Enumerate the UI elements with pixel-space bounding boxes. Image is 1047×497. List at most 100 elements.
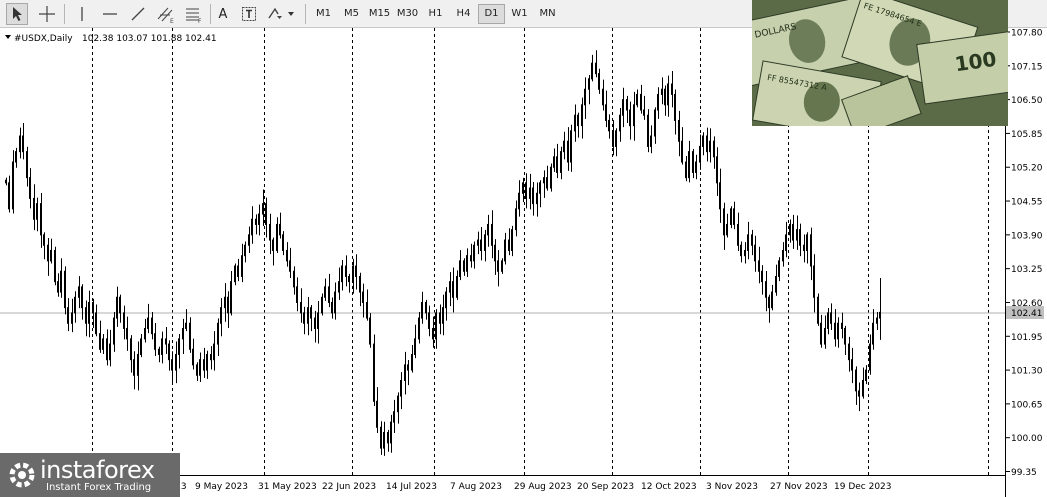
candle-body [224, 296, 226, 309]
candle-body [466, 255, 468, 272]
candle-body [830, 312, 832, 324]
candle-body [550, 166, 552, 189]
date-axis-label: 29 Aug 2023 [514, 482, 572, 492]
candle-body [414, 338, 416, 355]
candle-body [321, 296, 323, 314]
fibonacci-icon[interactable]: F [182, 3, 206, 25]
current-price-label: 102.41 [1011, 309, 1043, 319]
candle-body [588, 78, 590, 90]
candle-body [400, 379, 402, 397]
candle-body [723, 208, 725, 236]
candle-body [203, 359, 205, 371]
timeframe-h1[interactable]: H1 [422, 4, 449, 24]
candle-body [26, 151, 28, 179]
candle-body [362, 291, 364, 303]
candle-body [196, 364, 198, 376]
cursor-icon[interactable] [6, 3, 28, 25]
candle-body [262, 203, 264, 215]
candle-body [459, 260, 461, 277]
svg-text:E: E [170, 18, 174, 23]
candle-body [106, 338, 108, 361]
timeframe-m1[interactable]: M1 [310, 4, 337, 24]
candle-body [650, 135, 652, 147]
channels-icon[interactable]: E [154, 3, 178, 25]
candle-body [497, 260, 499, 272]
candle-body [570, 130, 572, 163]
candle-body [230, 281, 232, 314]
horizontal-line-icon[interactable] [98, 3, 122, 25]
candle-body [355, 265, 357, 277]
candle-body [487, 223, 489, 236]
candle-body [307, 307, 309, 324]
text-label-icon[interactable] [238, 3, 260, 25]
candle [550, 163, 552, 192]
candle-body [837, 322, 839, 340]
candle-body [234, 265, 236, 283]
candle-body [387, 431, 389, 444]
candle-body [113, 317, 115, 345]
candle-body [608, 119, 610, 132]
candle-body [747, 234, 749, 251]
candle-body [744, 249, 746, 257]
candle-body [765, 281, 767, 298]
candle-body [796, 229, 798, 241]
candle-body [123, 312, 125, 329]
date-axis-label: 19 Dec 2023 [834, 482, 892, 492]
candle-body [841, 322, 843, 329]
timeframe-m30[interactable]: M30 [394, 4, 421, 24]
timeframe-h4[interactable]: H4 [450, 4, 477, 24]
candle-body [206, 353, 208, 371]
vertical-line-icon[interactable] [70, 3, 94, 25]
candle-body [504, 239, 506, 262]
crosshair-icon[interactable] [35, 3, 59, 25]
candle-body [536, 192, 538, 205]
candle-body [706, 135, 708, 153]
timeframe-mn[interactable]: MN [534, 4, 561, 24]
candle-body [633, 104, 635, 127]
candle [369, 313, 371, 348]
candle-body [709, 140, 711, 153]
candle-body [276, 223, 278, 251]
candle-body [602, 88, 604, 106]
candle-body [390, 421, 392, 444]
date-axis-label: 14 Jul 2023 [386, 482, 437, 492]
candle-body [820, 322, 822, 345]
timeframe-w1[interactable]: W1 [506, 4, 533, 24]
text-icon[interactable]: A [214, 3, 232, 25]
candle [817, 293, 819, 326]
candle-body [445, 291, 447, 309]
candle-body [605, 104, 607, 121]
brand-tagline: Instant Forex Trading [46, 482, 152, 493]
candle-body [314, 317, 316, 329]
candle-body [380, 426, 382, 449]
chart-symbol: #USDX,Daily [14, 34, 73, 44]
candle-body [501, 260, 503, 272]
candle-body [171, 359, 173, 371]
candle-body [383, 431, 385, 449]
trendline-icon[interactable] [126, 3, 150, 25]
candle-body [560, 151, 562, 173]
candle-body [425, 301, 427, 314]
candle-body [237, 265, 239, 277]
candle-body [511, 229, 513, 251]
timeframe-m15[interactable]: M15 [366, 4, 393, 24]
candle-body [581, 104, 583, 127]
candle-body [876, 317, 878, 324]
price-axis-label: 107.15 [1011, 62, 1043, 72]
chart-ohlc: 102.38 103.07 101.88 102.41 [82, 34, 217, 44]
candle-body [244, 244, 246, 257]
candle-body [411, 353, 413, 371]
timeframe-m5[interactable]: M5 [338, 4, 365, 24]
candle-body [50, 249, 52, 262]
candle-body [213, 343, 215, 361]
date-axis-label: 12 Oct 2023 [641, 482, 697, 492]
candle-body [858, 390, 860, 397]
candle-body [699, 145, 701, 163]
candle-body [60, 270, 62, 293]
shapes-dropdown-icon[interactable] [264, 3, 298, 25]
date-axis-label: 22 Jun 2023 [322, 482, 376, 492]
candle-body [532, 187, 534, 205]
date-axis-label: 31 May 2023 [258, 482, 317, 492]
timeframe-d1[interactable]: D1 [478, 4, 505, 24]
candle-body [126, 327, 128, 340]
